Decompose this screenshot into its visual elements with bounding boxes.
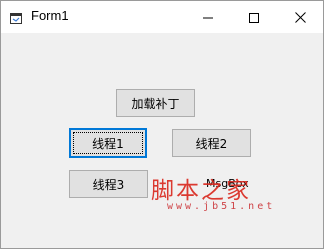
watermark-logo: 脚本之家: [151, 178, 251, 204]
thread2-button[interactable]: 线程2: [172, 129, 251, 157]
form-client-area: 加载补丁 线程1 线程2 线程3 MsgBox: [1, 33, 323, 248]
window-title: Form1: [31, 8, 69, 23]
close-icon: [294, 8, 306, 27]
close-button[interactable]: [277, 1, 323, 33]
watermark-url: www.jb51.net: [167, 201, 276, 212]
title-bar[interactable]: Form1: [1, 1, 323, 33]
focus-ring: [73, 132, 143, 154]
form-window: Form1 加载补丁 线程1 线程2 线程3 MsgBox 脚本之家 www.j…: [0, 0, 324, 249]
load-patch-button[interactable]: 加载补丁: [116, 89, 195, 117]
thread1-button[interactable]: 线程1: [69, 128, 147, 158]
minimize-icon: [203, 8, 213, 27]
thread3-button[interactable]: 线程3: [69, 170, 148, 198]
minimize-button[interactable]: [185, 1, 231, 33]
maximize-icon: [249, 8, 259, 27]
maximize-button[interactable]: [231, 1, 277, 33]
app-icon: [9, 10, 23, 24]
